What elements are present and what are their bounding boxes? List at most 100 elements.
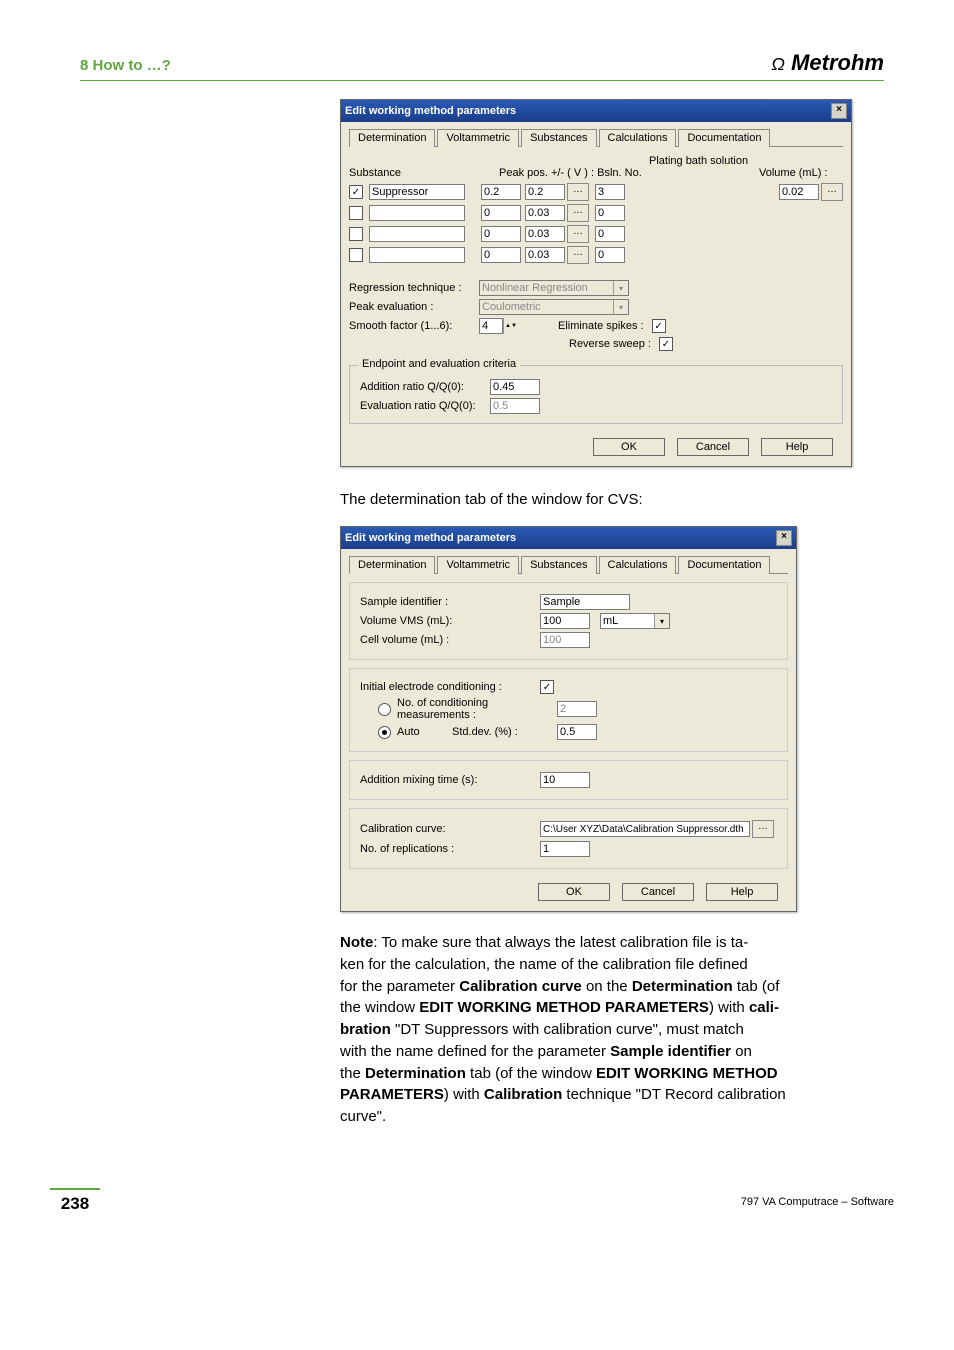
auto-radio[interactable]: [378, 726, 391, 739]
tab-voltammetric[interactable]: Voltammetric: [437, 129, 519, 147]
substance-header: Substance: [349, 167, 499, 179]
tab-determination[interactable]: Determination: [349, 129, 435, 147]
unit-combo[interactable]: mL▾: [600, 613, 670, 629]
substance-checkbox[interactable]: ✓: [349, 185, 363, 199]
cell-vol-label: Cell volume (mL) :: [360, 634, 540, 646]
ok-button[interactable]: OK: [538, 883, 610, 901]
eval-ratio-input: [490, 398, 540, 414]
smooth-value[interactable]: [479, 318, 503, 334]
substance-checkbox[interactable]: [349, 248, 363, 262]
tab-determination[interactable]: Determination: [349, 556, 435, 574]
browse-button[interactable]: …: [567, 204, 589, 222]
substance-row: ✓ … …: [349, 183, 843, 201]
close-icon[interactable]: ×: [776, 530, 792, 546]
cancel-button[interactable]: Cancel: [677, 438, 749, 456]
spinner-icon[interactable]: ▲▼: [503, 318, 518, 334]
stddev-label: Std.dev. (%) :: [452, 726, 557, 738]
close-icon[interactable]: ×: [831, 103, 847, 119]
endpoint-groupbox: Endpoint and evaluation criteria Additio…: [349, 365, 843, 424]
tab-strip: Determination Voltammetric Substances Ca…: [349, 128, 843, 147]
browse-button[interactable]: …: [567, 246, 589, 264]
regression-combo[interactable]: Nonlinear Regression▾: [479, 280, 629, 296]
dialog-title: Edit working method parameters: [345, 105, 516, 117]
tab-voltammetric[interactable]: Voltammetric: [437, 556, 519, 574]
vol-vms-input[interactable]: [540, 613, 590, 629]
browse-button[interactable]: …: [821, 183, 843, 201]
peak-pos1[interactable]: [481, 226, 521, 242]
init-cond-label: Initial electrode conditioning :: [360, 681, 540, 693]
peak-pos1[interactable]: [481, 184, 521, 200]
chevron-down-icon: ▾: [613, 281, 628, 295]
groupbox-legend: Endpoint and evaluation criteria: [358, 358, 520, 370]
chevron-down-icon: ▾: [654, 614, 669, 628]
tab-substances[interactable]: Substances: [521, 556, 596, 574]
browse-button[interactable]: …: [752, 820, 774, 838]
peak-pos2[interactable]: [525, 205, 565, 221]
no-cond-input: [557, 701, 597, 717]
peak-pos1[interactable]: [481, 247, 521, 263]
no-cond-label: No. of conditioning measurements :: [397, 697, 557, 721]
addition-ratio-input[interactable]: [490, 379, 540, 395]
dialog-titlebar: Edit working method parameters ×: [341, 100, 851, 122]
ok-button[interactable]: OK: [593, 438, 665, 456]
peak-eval-label: Peak evaluation :: [349, 301, 479, 313]
tab-calculations[interactable]: Calculations: [599, 556, 677, 574]
browse-button[interactable]: …: [567, 183, 589, 201]
peak-pos2[interactable]: [525, 247, 565, 263]
stddev-input[interactable]: [557, 724, 597, 740]
reverse-sweep-checkbox[interactable]: ✓: [659, 337, 673, 351]
tab-calculations[interactable]: Calculations: [599, 129, 677, 147]
mixing-time-input[interactable]: [540, 772, 590, 788]
substance-checkbox[interactable]: [349, 227, 363, 241]
plating-header: Plating bath solution: [649, 155, 759, 167]
cancel-button[interactable]: Cancel: [622, 883, 694, 901]
no-cond-radio[interactable]: [378, 703, 391, 716]
peak-pos2[interactable]: [525, 226, 565, 242]
sample-id-input[interactable]: [540, 594, 630, 610]
replications-label: No. of replications :: [360, 843, 540, 855]
dialog-titlebar: Edit working method parameters ×: [341, 527, 796, 549]
bsln-no[interactable]: [595, 247, 625, 263]
cell-vol-input: [540, 632, 590, 648]
brand-logo: Ω Metrohm: [771, 50, 884, 76]
replications-input[interactable]: [540, 841, 590, 857]
help-button[interactable]: Help: [706, 883, 778, 901]
page-number: 238: [50, 1188, 100, 1214]
substance-name-input[interactable]: [369, 205, 465, 221]
footer-right: 797 VA Computrace – Software: [741, 1196, 894, 1214]
eliminate-spikes-label: Eliminate spikes :: [558, 320, 644, 332]
bsln-no[interactable]: [595, 226, 625, 242]
addition-ratio-label: Addition ratio Q/Q(0):: [360, 381, 490, 393]
substance-row: …: [349, 246, 843, 264]
tab-documentation[interactable]: Documentation: [678, 129, 770, 147]
peak-eval-combo[interactable]: Coulometric▾: [479, 299, 629, 315]
substance-name-input[interactable]: [369, 226, 465, 242]
eval-ratio-label: Evaluation ratio Q/Q(0):: [360, 400, 490, 412]
browse-button[interactable]: …: [567, 225, 589, 243]
bsln-no[interactable]: [595, 184, 625, 200]
auto-label: Auto: [397, 726, 452, 738]
substance-checkbox[interactable]: [349, 206, 363, 220]
cal-curve-input[interactable]: [540, 821, 750, 837]
peak-pos1[interactable]: [481, 205, 521, 221]
note-paragraph: Note: To make sure that always the lates…: [340, 932, 824, 1128]
dialog-substances: Edit working method parameters × Determi…: [340, 99, 852, 467]
substance-name-input[interactable]: [369, 184, 465, 200]
tab-documentation[interactable]: Documentation: [678, 556, 770, 574]
eliminate-spikes-checkbox[interactable]: ✓: [652, 319, 666, 333]
substance-name-input[interactable]: [369, 247, 465, 263]
caption-text: The determination tab of the window for …: [340, 491, 824, 508]
section-title: 8 How to …?: [80, 57, 171, 74]
substance-row: …: [349, 204, 843, 222]
volume-header: Volume (mL) :: [759, 167, 827, 179]
volume-input[interactable]: [779, 184, 819, 200]
tab-substances[interactable]: Substances: [521, 129, 596, 147]
peak-pos2[interactable]: [525, 184, 565, 200]
vol-vms-label: Volume VMS (mL):: [360, 615, 540, 627]
bsln-no[interactable]: [595, 205, 625, 221]
cal-curve-label: Calibration curve:: [360, 823, 540, 835]
init-cond-checkbox[interactable]: ✓: [540, 680, 554, 694]
help-button[interactable]: Help: [761, 438, 833, 456]
reverse-sweep-label: Reverse sweep :: [569, 338, 651, 350]
mixing-time-label: Addition mixing time (s):: [360, 774, 540, 786]
